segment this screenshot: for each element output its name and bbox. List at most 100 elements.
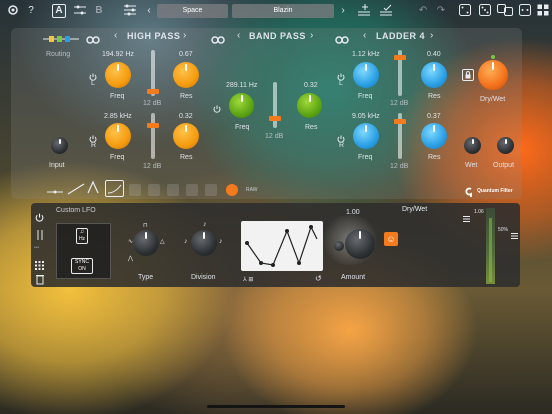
lfo-amount-knob[interactable] bbox=[345, 229, 375, 259]
slot-a-button[interactable]: A bbox=[52, 4, 66, 18]
lock-icon[interactable] bbox=[462, 68, 474, 86]
lfo-type-knob[interactable] bbox=[133, 230, 159, 256]
lfo-menu-icon-2[interactable] bbox=[511, 226, 518, 244]
hp-slope-l-slider[interactable] bbox=[147, 50, 159, 96]
home-indicator[interactable] bbox=[207, 405, 345, 408]
output-knob[interactable] bbox=[497, 137, 514, 154]
preset-prev-icon[interactable]: ‹ bbox=[145, 4, 153, 18]
hp-res-l-label: Res bbox=[180, 93, 193, 100]
lfo-power-icon[interactable] bbox=[35, 209, 44, 227]
ld-freq-l-knob[interactable] bbox=[353, 62, 379, 88]
ld-freq-l-value: 1.12 kHz bbox=[352, 51, 380, 58]
ld-prev-icon[interactable]: ‹ bbox=[363, 30, 366, 41]
lfo-sync-label: SYNC bbox=[75, 259, 89, 265]
save-preset-icon[interactable] bbox=[378, 3, 394, 22]
preset-right[interactable]: Blazin bbox=[232, 4, 334, 18]
grid-view-icon[interactable] bbox=[536, 4, 550, 21]
shape-slot-1[interactable] bbox=[129, 184, 141, 196]
hp-next-icon[interactable]: › bbox=[183, 30, 186, 41]
shape-slot-2[interactable] bbox=[148, 184, 160, 196]
midi-icon[interactable] bbox=[518, 4, 532, 21]
redo-icon[interactable]: ↷ bbox=[434, 4, 448, 18]
routing-graphic-icon[interactable] bbox=[43, 31, 79, 49]
band-pass-title[interactable]: BAND PASS bbox=[249, 31, 306, 41]
bp-res-value: 0.32 bbox=[304, 82, 318, 89]
lfo-menu-icon-1[interactable] bbox=[463, 209, 470, 227]
dry-wet-label: Dry/Wet bbox=[480, 96, 506, 103]
bp-slope-slider[interactable] bbox=[269, 82, 281, 128]
output-label: Output bbox=[493, 162, 515, 169]
randomize-icon[interactable] bbox=[458, 4, 472, 21]
bp-prev-icon[interactable]: ‹ bbox=[237, 30, 240, 41]
ld-freq-r-value: 9.05 kHz bbox=[352, 113, 380, 120]
ld-res-l-value: 0.40 bbox=[427, 51, 441, 58]
ld-freq-r-knob[interactable] bbox=[353, 123, 379, 149]
hp-freq-r-label: Freq bbox=[110, 154, 125, 161]
lfo-unit-button[interactable]: ♫ Hz bbox=[76, 228, 88, 244]
bp-next-icon[interactable]: › bbox=[310, 30, 313, 41]
ld-link-icon[interactable] bbox=[335, 31, 349, 49]
shape-ramp-icon[interactable] bbox=[67, 182, 85, 200]
ladder-title[interactable]: LADDER 4 bbox=[376, 31, 425, 41]
preset-list-icon[interactable] bbox=[122, 4, 138, 21]
preset-left[interactable]: Space bbox=[157, 4, 228, 18]
bp-link-icon[interactable] bbox=[211, 31, 225, 49]
lfo-route-icon[interactable] bbox=[36, 227, 44, 245]
link-icon[interactable] bbox=[86, 31, 100, 49]
wet-knob[interactable] bbox=[464, 137, 481, 154]
ld-next-icon[interactable]: › bbox=[430, 30, 433, 41]
wave-reset-icon[interactable]: ↺ bbox=[315, 274, 322, 283]
dice-icon[interactable] bbox=[478, 4, 492, 21]
shape-active-dot[interactable] bbox=[226, 184, 238, 196]
lfo-meter-top: 1.06 bbox=[474, 209, 484, 215]
shape-slot-4[interactable] bbox=[186, 184, 198, 196]
bp-res-knob[interactable] bbox=[297, 93, 322, 118]
ld-res-r-knob[interactable] bbox=[421, 123, 447, 149]
ld-l-label: L bbox=[339, 80, 343, 87]
shape-slot-5[interactable] bbox=[205, 184, 217, 196]
lfo-waveform-display[interactable] bbox=[241, 221, 323, 271]
ld-res-r-value: 0.37 bbox=[427, 113, 441, 120]
slot-b-button[interactable]: B bbox=[93, 4, 105, 18]
wave-edit-icon[interactable]: ⅄ ⊞ bbox=[243, 276, 253, 283]
type-wave-icon-4: ⋀ bbox=[128, 256, 133, 262]
lfo-midi-learn-icon[interactable]: ☺ bbox=[384, 232, 398, 246]
undo-icon[interactable]: ↶ bbox=[416, 4, 430, 18]
hp-prev-icon[interactable]: ‹ bbox=[114, 30, 117, 41]
hp-res-r-value: 0.32 bbox=[179, 113, 193, 120]
lfo-sync-button[interactable]: SYNC ON bbox=[71, 258, 93, 274]
bp-power-icon[interactable] bbox=[213, 100, 221, 118]
shape-selected-box[interactable] bbox=[105, 180, 124, 197]
note-icon: ♫ bbox=[79, 229, 85, 235]
lfo-amount-label: Amount bbox=[341, 274, 366, 281]
dice-multi-icon[interactable] bbox=[496, 4, 514, 21]
ld-res-l-knob[interactable] bbox=[421, 62, 447, 88]
ld-r-label: R bbox=[339, 142, 345, 149]
hp-res-r-knob[interactable] bbox=[173, 123, 199, 149]
ld-slope-r-slider[interactable] bbox=[394, 113, 406, 159]
preset-next-icon[interactable]: › bbox=[339, 4, 347, 18]
lfo-division-knob[interactable] bbox=[191, 230, 217, 256]
shape-slot-3[interactable] bbox=[167, 184, 179, 196]
hp-slope-r-slider[interactable] bbox=[147, 113, 159, 159]
hp-freq-l-knob[interactable] bbox=[105, 62, 131, 88]
lfo-amount-mini-knob[interactable] bbox=[334, 241, 344, 251]
lfo-edit-dots-icon[interactable]: ••• bbox=[34, 245, 39, 251]
shape-flat-icon[interactable] bbox=[47, 184, 63, 202]
dry-wet-knob[interactable] bbox=[478, 60, 508, 90]
settings-icon[interactable] bbox=[6, 4, 20, 21]
lfo-meter[interactable] bbox=[486, 208, 495, 284]
ld-slope-l-slider[interactable] bbox=[394, 50, 406, 96]
shape-peak-icon[interactable] bbox=[87, 180, 99, 199]
hp-res-l-value: 0.67 bbox=[179, 51, 193, 58]
input-knob[interactable] bbox=[51, 137, 68, 154]
add-preset-icon[interactable] bbox=[356, 3, 372, 22]
hp-res-l-knob[interactable] bbox=[173, 62, 199, 88]
hp-freq-r-knob[interactable] bbox=[105, 123, 131, 149]
high-pass-title[interactable]: HIGH PASS bbox=[127, 31, 180, 41]
hp-res-r-label: Res bbox=[180, 154, 193, 161]
copy-a-to-b-icon[interactable] bbox=[72, 4, 88, 21]
help-button[interactable]: ? bbox=[25, 4, 37, 18]
lfo-trash-icon[interactable] bbox=[36, 271, 44, 289]
bp-freq-knob[interactable] bbox=[229, 93, 254, 118]
